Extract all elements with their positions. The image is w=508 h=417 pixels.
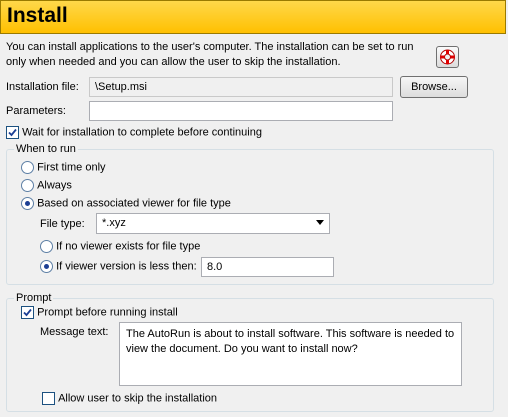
parameters-field[interactable] [89,101,393,121]
check-icon [8,128,17,137]
radio-always[interactable]: Always [21,179,72,192]
wait-checkbox-label: Wait for installation to complete before… [22,126,262,139]
version-field[interactable]: 8.0 [201,257,334,277]
radio-associated-viewer[interactable]: Based on associated viewer for file type [21,197,231,210]
radio-button[interactable] [21,197,34,210]
radio-label: If no viewer exists for file type [56,240,201,253]
file-type-label: File type: [40,218,85,230]
radio-label: If viewer version is less then: [56,260,197,273]
chevron-down-icon[interactable] [316,220,324,225]
wait-checkbox-box[interactable] [6,126,19,139]
page-title: Install [7,4,68,27]
check-icon [23,308,32,317]
when-to-run-legend: When to run [14,143,78,155]
installation-file-label: Installation file: [6,81,79,93]
skip-checkbox[interactable]: Allow user to skip the installation [42,392,217,405]
radio-label: First time only [37,161,106,174]
header-bar [0,0,506,34]
browse-button[interactable]: Browse... [400,76,468,98]
file-type-value: *.xyz [102,217,126,229]
parameters-label: Parameters: [6,105,66,117]
radio-no-viewer[interactable]: If no viewer exists for file type [40,240,200,253]
message-text-label: Message text: [40,326,109,338]
help-button[interactable] [436,46,459,68]
prompt-checkbox-box[interactable] [21,306,34,319]
radio-button[interactable] [40,260,53,273]
message-textarea[interactable]: The AutoRun is about to install software… [119,322,462,386]
prompt-checkbox-label: Prompt before running install [37,306,178,319]
radio-label: Always [37,179,72,192]
radio-viewer-version[interactable]: If viewer version is less then: [40,260,197,273]
skip-checkbox-box[interactable] [42,392,55,405]
radio-button[interactable] [21,179,34,192]
radio-button[interactable] [21,161,34,174]
radio-label: Based on associated viewer for file type [37,197,231,210]
installation-file-field[interactable]: \Setup.msi [89,77,393,97]
description-text: You can install applications to the user… [6,41,414,68]
radio-first-time-only[interactable]: First time only [21,161,106,174]
lifebuoy-help-icon [440,49,455,65]
prompt-legend: Prompt [14,292,54,304]
radio-button[interactable] [40,240,53,253]
file-type-select[interactable]: *.xyz [96,213,330,234]
wait-checkbox[interactable]: Wait for installation to complete before… [6,126,262,139]
prompt-checkbox[interactable]: Prompt before running install [21,306,178,319]
skip-checkbox-label: Allow user to skip the installation [58,392,218,405]
